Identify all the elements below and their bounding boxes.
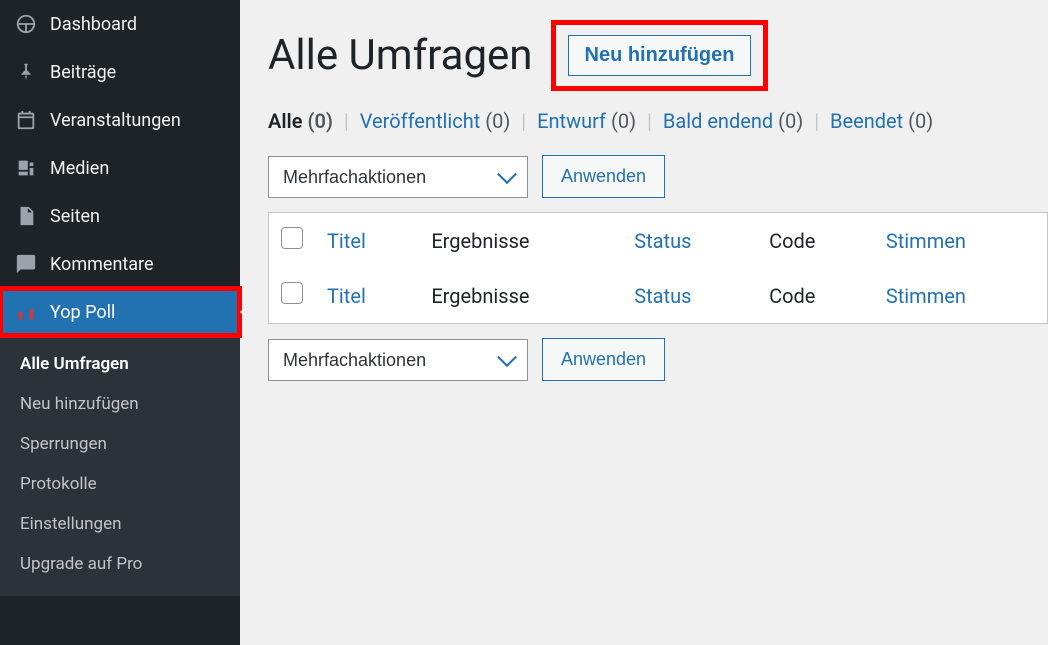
bulk-action-select-wrap-bottom: Mehrfachaktionen — [268, 339, 528, 381]
polls-table: Titel Ergebnisse Status Code Stimmen Tit… — [268, 212, 1048, 324]
dashboard-icon — [14, 12, 38, 36]
col-votes[interactable]: Stimmen — [886, 229, 966, 253]
submenu-item-upgrade[interactable]: Upgrade auf Pro — [0, 544, 240, 584]
col-results-footer: Ergebnisse — [431, 284, 529, 308]
select-all-checkbox-footer[interactable] — [281, 282, 303, 304]
main-content: Alle Umfragen Neu hinzufügen Alle (0) | … — [240, 0, 1048, 645]
select-all-header — [269, 213, 316, 269]
sidebar-item-media[interactable]: Medien — [0, 144, 240, 192]
col-title[interactable]: Titel — [327, 229, 366, 253]
sidebar-item-events[interactable]: Veranstaltungen — [0, 96, 240, 144]
submenu-item-label: Sperrungen — [20, 434, 107, 454]
bulk-action-select-wrap: Mehrfachaktionen — [268, 156, 528, 198]
submenu-item-label: Neu hinzufügen — [20, 394, 139, 414]
bulk-action-select-bottom[interactable]: Mehrfachaktionen — [268, 339, 528, 381]
sidebar-item-label: Beiträge — [50, 62, 116, 83]
sidebar-item-posts[interactable]: Beiträge — [0, 48, 240, 96]
bulk-actions-bottom: Mehrfachaktionen Anwenden — [268, 338, 1048, 381]
sidebar-item-label: Veranstaltungen — [50, 110, 181, 131]
page-header: Alle Umfragen Neu hinzufügen — [268, 20, 1048, 91]
sidebar-submenu: Alle Umfragen Neu hinzufügen Sperrungen … — [0, 336, 240, 596]
filter-ending[interactable]: Bald endend (0) — [663, 109, 808, 133]
bulk-apply-button-bottom[interactable]: Anwenden — [542, 338, 665, 381]
filter-all[interactable]: Alle (0) — [268, 109, 338, 133]
col-votes-footer[interactable]: Stimmen — [886, 284, 966, 308]
sidebar-item-label: Medien — [50, 158, 109, 179]
sidebar-item-pages[interactable]: Seiten — [0, 192, 240, 240]
calendar-icon — [14, 108, 38, 132]
submenu-item-logs[interactable]: Protokolle — [0, 464, 240, 504]
col-status-footer[interactable]: Status — [634, 284, 691, 308]
col-code: Code — [769, 229, 815, 253]
table-footer-row: Titel Ergebnisse Status Code Stimmen — [269, 268, 1048, 324]
submenu-item-bans[interactable]: Sperrungen — [0, 424, 240, 464]
submenu-item-label: Upgrade auf Pro — [20, 554, 142, 574]
bulk-apply-button[interactable]: Anwenden — [542, 155, 665, 198]
col-code-footer: Code — [769, 284, 815, 308]
sidebar-item-label: Dashboard — [50, 14, 137, 35]
page-title: Alle Umfragen — [268, 31, 533, 80]
submenu-item-label: Einstellungen — [20, 514, 122, 534]
sidebar-item-label: Yop Poll — [50, 302, 115, 323]
pin-icon — [14, 60, 38, 84]
add-new-button[interactable]: Neu hinzufügen — [568, 35, 752, 76]
status-filters: Alle (0) | Veröffentlicht (0) | Entwurf … — [268, 109, 1048, 133]
page-icon — [14, 204, 38, 228]
table-header-row: Titel Ergebnisse Status Code Stimmen — [269, 213, 1048, 269]
submenu-item-all-polls[interactable]: Alle Umfragen — [0, 344, 240, 384]
col-results: Ergebnisse — [431, 229, 529, 253]
sidebar-item-yop-poll[interactable]: Yop Poll — [0, 288, 240, 336]
submenu-item-settings[interactable]: Einstellungen — [0, 504, 240, 544]
sidebar-item-label: Kommentare — [50, 254, 154, 275]
submenu-item-label: Alle Umfragen — [20, 354, 129, 374]
bar-chart-icon — [14, 300, 38, 324]
comment-icon — [14, 252, 38, 276]
media-icon — [14, 156, 38, 180]
select-all-footer — [269, 268, 316, 324]
bulk-actions-top: Mehrfachaktionen Anwenden — [268, 155, 1048, 198]
add-new-highlight: Neu hinzufügen — [551, 20, 769, 91]
sidebar-item-comments[interactable]: Kommentare — [0, 240, 240, 288]
select-all-checkbox[interactable] — [281, 227, 303, 249]
filter-draft[interactable]: Entwurf (0) — [537, 109, 641, 133]
col-title-footer[interactable]: Titel — [327, 284, 366, 308]
bulk-action-select[interactable]: Mehrfachaktionen — [268, 156, 528, 198]
sidebar-item-dashboard[interactable]: Dashboard — [0, 0, 240, 48]
submenu-item-label: Protokolle — [20, 474, 97, 494]
filter-published[interactable]: Veröffentlicht (0) — [360, 109, 516, 133]
filter-ended[interactable]: Beendet (0) — [830, 109, 933, 133]
admin-sidebar: Dashboard Beiträge Veranstaltungen Medie… — [0, 0, 240, 645]
col-status[interactable]: Status — [634, 229, 691, 253]
submenu-item-add-new[interactable]: Neu hinzufügen — [0, 384, 240, 424]
sidebar-item-label: Seiten — [50, 206, 100, 227]
